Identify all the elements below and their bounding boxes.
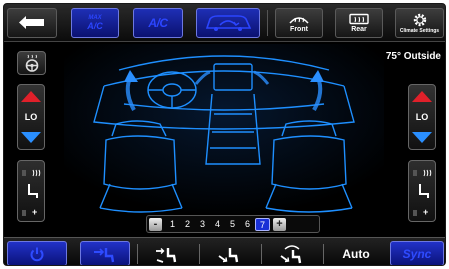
temperature-down-arrow-icon[interactable] — [410, 131, 434, 145]
climate-screen: MAX A/C A/C Front Rear Climate Settings … — [3, 3, 446, 266]
divider — [199, 244, 200, 264]
driver-temperature-control: LO — [17, 84, 45, 150]
panel-mode-button[interactable] — [80, 241, 130, 265]
fan-level-1[interactable]: 1 — [165, 219, 180, 229]
sync-label: Sync — [402, 246, 432, 261]
divider — [261, 244, 262, 264]
passenger-temperature-control: LO — [408, 84, 436, 150]
seat-plus-label: + — [32, 207, 38, 217]
driver-temperature-value: LO — [24, 112, 38, 122]
panel-mode-icon — [94, 247, 115, 262]
mix-mode-icon — [280, 244, 302, 263]
bilevel-mode-icon — [156, 247, 177, 263]
mix-mode-button[interactable] — [266, 241, 316, 265]
max-ac-label-bottom: A/C — [87, 21, 103, 31]
front-defrost-icon — [289, 16, 309, 24]
fan-increase-button[interactable]: + — [273, 217, 286, 231]
heat-waves-icon — [423, 169, 432, 177]
max-ac-button[interactable]: MAX A/C — [71, 8, 119, 38]
seat-plus-label: + — [423, 207, 429, 217]
fan-level-4[interactable]: 4 — [210, 219, 225, 229]
ac-button[interactable]: A/C — [133, 8, 183, 38]
cabin-glow — [64, 44, 384, 216]
ac-label: A/C — [148, 16, 168, 30]
divider — [267, 10, 268, 36]
fan-level-2[interactable]: 2 — [180, 219, 195, 229]
heated-seat-icon — [28, 184, 38, 198]
recirculation-icon — [205, 15, 252, 31]
seat-plus-row: + — [413, 207, 433, 219]
outside-temperature: 75° Outside — [385, 51, 441, 62]
fan-level-7[interactable]: 7 — [255, 217, 270, 231]
passenger-temperature-value: LO — [415, 112, 429, 122]
fan-level-list: 1234567 — [165, 217, 270, 231]
power-button[interactable] — [7, 241, 67, 265]
front-defrost-label: Front — [290, 25, 308, 33]
temperature-down-arrow-icon[interactable] — [19, 131, 43, 145]
power-icon — [30, 247, 44, 261]
back-button[interactable] — [7, 8, 57, 38]
floor-mode-icon — [218, 247, 239, 262]
heat-waves-icon — [32, 169, 41, 177]
temperature-up-arrow-icon[interactable] — [410, 89, 434, 103]
seat-level-indicator — [413, 210, 417, 216]
seat-plus-row: + — [22, 207, 42, 219]
fan-level-6[interactable]: 6 — [240, 219, 255, 229]
seat-heat-level-row — [413, 167, 433, 179]
climate-settings-button[interactable]: Climate Settings — [395, 8, 444, 38]
heated-steering-wheel-button[interactable] — [17, 51, 46, 75]
auto-label: Auto — [342, 246, 370, 261]
climate-settings-label: Climate Settings — [399, 28, 440, 34]
seat-level-indicator — [22, 170, 26, 176]
top-bar: MAX A/C A/C Front Rear Climate Settings — [4, 4, 445, 42]
gear-icon — [413, 13, 426, 27]
bottom-bar: Auto Sync — [4, 237, 445, 265]
heated-seat-icon — [419, 184, 429, 198]
seat-heat-level-row — [22, 167, 42, 179]
rear-defrost-icon — [349, 13, 369, 24]
passenger-heated-seat-control[interactable]: + — [408, 160, 436, 222]
temperature-up-arrow-icon[interactable] — [19, 89, 43, 103]
heated-steering-wheel-icon — [25, 54, 38, 72]
rear-defrost-button[interactable]: Rear — [335, 8, 383, 38]
sync-button[interactable]: Sync — [390, 241, 444, 265]
fan-level-5[interactable]: 5 — [225, 219, 240, 229]
fan-decrease-button[interactable]: - — [149, 217, 162, 231]
fan-speed-control: - 1234567 + — [146, 215, 320, 233]
seat-level-indicator — [413, 170, 417, 176]
seat-level-indicator — [22, 210, 26, 216]
front-defrost-button[interactable]: Front — [275, 8, 323, 38]
back-arrow-icon — [19, 16, 44, 29]
rear-defrost-label: Rear — [351, 25, 367, 33]
auto-button[interactable]: Auto — [328, 241, 384, 265]
divider — [137, 244, 138, 264]
cabin-illustration — [64, 44, 384, 216]
driver-heated-seat-control[interactable]: + — [17, 160, 45, 222]
divider — [323, 244, 324, 264]
fan-level-3[interactable]: 3 — [195, 219, 210, 229]
floor-mode-button[interactable] — [204, 241, 254, 265]
recirculation-button[interactable] — [196, 8, 260, 38]
bilevel-mode-button[interactable] — [142, 241, 192, 265]
